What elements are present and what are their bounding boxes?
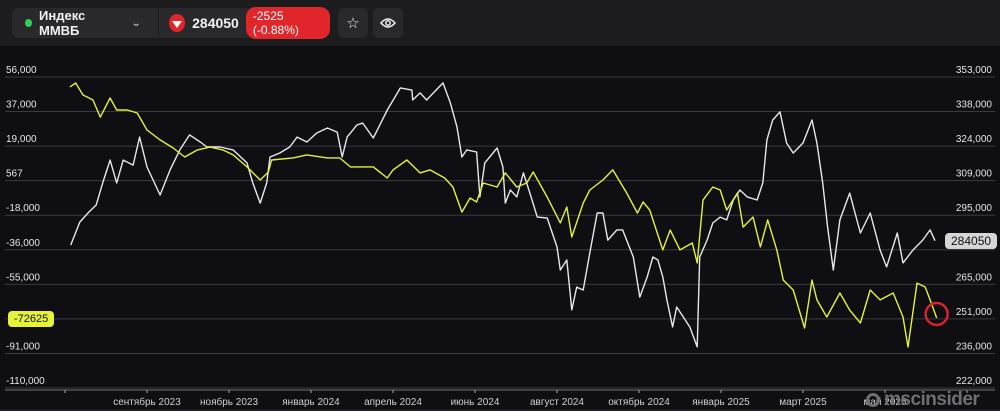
left-axis-tick-label: 19,000 xyxy=(6,134,37,145)
highlight-circle xyxy=(924,301,949,327)
x-axis-tick-label: март 2025 xyxy=(779,397,827,408)
chart-svg: 56,000 353,000 37,000 338,000 19,000 324,000 5… xyxy=(5,65,995,408)
right-axis-tick-label: 222,000 xyxy=(956,376,993,387)
instrument-panel: Индекс ММВБ ⌄ 284050 -2525 (-0.88%) xyxy=(12,7,330,39)
left-axis-tick-label: -18,000 xyxy=(6,203,40,214)
x-axis-tick-label: июнь 2024 xyxy=(451,397,500,408)
change-badge: -2525 (-0.88%) xyxy=(245,7,330,39)
x-axis-tick-label: август 2024 xyxy=(530,397,584,408)
right-axis-tick-label: 236,000 xyxy=(956,341,993,352)
left-axis-tick-label: 56,000 xyxy=(6,65,37,76)
watermark-text: mscinsider xyxy=(884,389,980,410)
last-price: 284050 xyxy=(192,15,239,31)
instrument-selector[interactable]: Индекс ММВБ xyxy=(39,8,118,38)
left-axis-tick-label: -36,000 xyxy=(6,238,40,249)
left-axis-tick-label: -55,000 xyxy=(6,272,40,283)
chart-area[interactable]: 56,000 353,000 37,000 338,000 19,000 324,000 5… xyxy=(0,46,1000,411)
x-axis-tick-label: январь 2024 xyxy=(282,397,340,408)
right-axis-tick-label: 324,000 xyxy=(956,134,993,145)
right-axis-tick-label: 265,000 xyxy=(956,272,993,283)
x-axis-tick-label: апрель 2024 xyxy=(364,397,422,408)
star-icon: ☆ xyxy=(346,15,360,32)
left-axis-tick-label: -110,000 xyxy=(6,376,45,387)
right-axis-tick-label: 353,000 xyxy=(956,65,993,76)
arrow-down-icon xyxy=(169,14,186,32)
right-axis-tick-label: 295,000 xyxy=(956,203,993,214)
x-axis-tick-label: январь 2025 xyxy=(692,397,750,408)
left-axis-tick-label: 37,000 xyxy=(6,100,37,111)
x-axis-tick-label: октябрь 2024 xyxy=(608,396,670,408)
right-last-value-badge: 284050 xyxy=(945,233,998,249)
visibility-button[interactable] xyxy=(373,8,403,38)
right-axis-tick-label: 251,000 xyxy=(956,307,993,318)
chevron-down-icon[interactable]: ⌄ xyxy=(131,18,142,29)
divider xyxy=(158,8,160,38)
right-axis-tick-label: 309,000 xyxy=(956,169,993,180)
toolbar: Индекс ММВБ ⌄ 284050 -2525 (-0.88%) ☆ xyxy=(0,0,1000,46)
status-dot-icon xyxy=(25,19,33,27)
eye-icon xyxy=(380,18,396,28)
x-axis-tick-label: сентябрь 2023 xyxy=(113,396,181,408)
x-axis-tick-label: ноябрь 2023 xyxy=(200,396,258,408)
watermark: mscinsider xyxy=(866,389,980,411)
right-axis-tick-label: 338,000 xyxy=(956,100,993,111)
left-axis-tick-label: 567 xyxy=(6,169,23,180)
left-last-value-badge: -72625 xyxy=(8,311,55,327)
logo-icon xyxy=(866,393,880,407)
favorite-button[interactable]: ☆ xyxy=(338,8,368,38)
left-axis-tick-label: -91,000 xyxy=(6,341,40,352)
